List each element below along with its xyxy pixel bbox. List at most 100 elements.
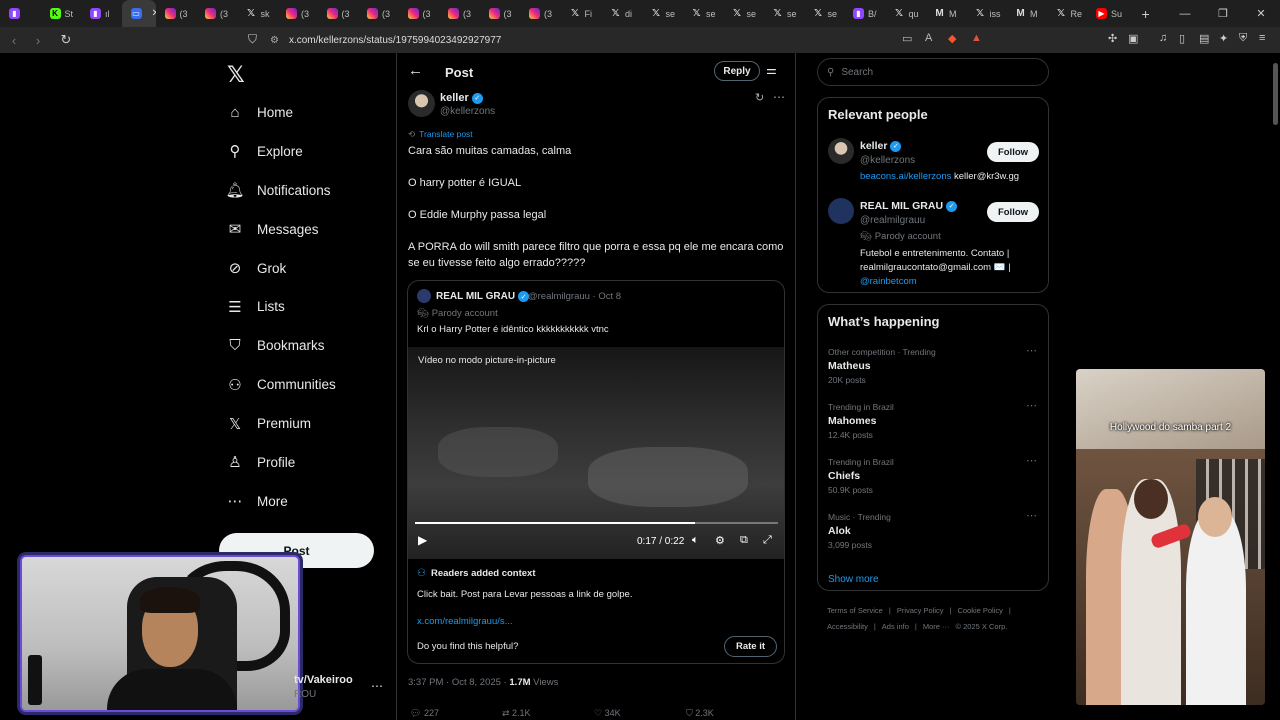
back-button[interactable]: ‹	[4, 33, 24, 48]
wallet-icon[interactable]: ▤	[1199, 32, 1209, 45]
nav-item-home[interactable]: ⌂ Home	[226, 93, 336, 132]
browser-tab[interactable]: ▮ B/	[844, 0, 885, 27]
footer-link[interactable]: |	[1009, 606, 1011, 615]
pip-icon[interactable]: ⧉	[740, 534, 748, 547]
new-tab-button[interactable]: +	[1142, 6, 1150, 22]
browser-tab[interactable]: 𝕏di	[601, 0, 642, 27]
nav-item-premium[interactable]: 𝕏 Premium	[226, 404, 336, 443]
media-icon[interactable]: ♫	[1159, 32, 1167, 44]
account-more-icon[interactable]: ⋯	[371, 679, 383, 693]
browser-tab[interactable]: (3	[399, 0, 440, 27]
bookmark-action[interactable]: ⛉ 2.3K	[686, 708, 778, 719]
browser-tab[interactable]: 𝕏qu	[885, 0, 926, 27]
avatar[interactable]	[408, 90, 435, 117]
author-handle[interactable]: @kellerzons	[440, 106, 495, 117]
context-link[interactable]: x.com/realmilgrauu/s...	[417, 616, 513, 627]
translate-post-link[interactable]: ⟲ Translate post	[408, 129, 473, 140]
nav-item-communities[interactable]: ⚇ Communities	[226, 365, 336, 404]
browser-tab[interactable]: 𝕏se	[642, 0, 683, 27]
browser-tab[interactable]: 𝕏iss	[966, 0, 1007, 27]
bio-link[interactable]: @rainbetcom	[860, 276, 917, 287]
more-options-icon[interactable]: ⋯	[773, 90, 785, 104]
brave-shield-icon[interactable]: ◆	[948, 32, 956, 45]
footer-link[interactable]: |	[889, 606, 891, 615]
browser-tab[interactable]: (3	[277, 0, 318, 27]
repost-action[interactable]: ⇄ 2.1K	[502, 708, 594, 719]
nav-item-profile[interactable]: ♙ Profile	[226, 443, 336, 482]
browser-tab[interactable]: 𝕏 Fi	[561, 0, 602, 27]
browser-tab[interactable]: 𝕏sk	[237, 0, 278, 27]
search-input[interactable]: ⚲ Search	[817, 58, 1049, 86]
extensions-icon[interactable]: ✣	[1108, 32, 1117, 45]
footer-link[interactable]: © 2025 X Corp.	[956, 622, 1008, 631]
sidebar-icon[interactable]: ▯	[1179, 32, 1185, 45]
translate-icon[interactable]: A	[925, 32, 932, 44]
more-options-icon[interactable]: ⋯	[1026, 344, 1037, 357]
browser-tab[interactable]: (3	[520, 0, 561, 27]
show-more-link[interactable]: Show more	[828, 574, 879, 585]
site-info-icon[interactable]: ⚙	[270, 35, 279, 46]
footer-link[interactable]: |	[874, 622, 876, 631]
follow-button[interactable]: Follow	[987, 202, 1039, 222]
minimize-button[interactable]: —	[1166, 8, 1204, 20]
browser-tab[interactable]: 𝕏se	[763, 0, 804, 27]
reply-action[interactable]: 💬︎ 227	[410, 708, 502, 719]
rate-it-button[interactable]: Rate it	[724, 636, 777, 657]
video-progress-bar[interactable]	[415, 522, 778, 524]
browser-tab[interactable]: (3	[196, 0, 237, 27]
avatar[interactable]	[828, 198, 854, 224]
more-options-icon[interactable]: ⋯	[1026, 454, 1037, 467]
grok-icon[interactable]: ↻	[755, 91, 764, 104]
leo-icon[interactable]: ✦	[1219, 32, 1228, 45]
bio-link[interactable]: beacons.ai/kellerzons	[860, 171, 951, 182]
browser-tab[interactable]: (3	[358, 0, 399, 27]
fullscreen-icon[interactable]: ⤢	[763, 534, 772, 547]
footer-link[interactable]: Privacy Policy	[897, 606, 944, 615]
nav-item-messages[interactable]: ✉ Messages	[226, 210, 336, 249]
volume-icon[interactable]: 🔈︎	[692, 534, 699, 547]
browser-tab[interactable]: 𝕏se	[804, 0, 845, 27]
nav-item-explore[interactable]: ⚲ Explore	[226, 132, 336, 171]
picture-in-picture-window[interactable]: Hollywood do samba part 2	[1076, 369, 1265, 705]
browser-tab[interactable]: (3	[318, 0, 359, 27]
vpn-icon[interactable]: ⛨	[1239, 32, 1247, 45]
reload-button[interactable]: ↻	[56, 32, 76, 48]
footer-link[interactable]: |	[950, 606, 952, 615]
bookmark-page-icon[interactable]: ⛉	[248, 32, 257, 47]
sliders-icon[interactable]: ⚌	[766, 63, 777, 77]
reply-button[interactable]: Reply	[714, 61, 760, 81]
x-logo-icon[interactable]: 𝕏	[227, 62, 245, 88]
forward-button[interactable]: ›	[28, 33, 48, 48]
screenshot-icon[interactable]: ▣	[1128, 32, 1138, 45]
browser-tab[interactable]: 𝕏 Re	[1047, 0, 1088, 27]
follow-button[interactable]: Follow	[987, 142, 1039, 162]
quoted-post[interactable]: REAL MIL GRAU ✓ @realmilgrauu · Oct 8 🎭︎…	[407, 280, 785, 664]
close-window-button[interactable]: ✕	[1242, 7, 1280, 20]
install-app-icon[interactable]: ▭	[902, 32, 912, 45]
browser-tab[interactable]: ▮ ıl	[81, 0, 122, 27]
browser-tab[interactable]: ▭✕	[121, 0, 156, 27]
footer-link[interactable]: More ···	[923, 622, 950, 631]
browser-tab[interactable]: MM	[1006, 0, 1047, 27]
address-bar[interactable]: ⚙ x.com/kellerzons/status/19759940234929…	[270, 30, 990, 50]
footer-link[interactable]: Cookie Policy	[957, 606, 1002, 615]
browser-tab[interactable]: K St	[41, 0, 82, 27]
nav-item-more[interactable]: ⋯ More	[226, 482, 336, 521]
browser-tab[interactable]: ▶ Su	[1087, 0, 1128, 27]
scrollbar-thumb[interactable]	[1273, 63, 1278, 125]
person-name[interactable]: REAL MIL GRAU ✓	[860, 200, 958, 212]
footer-link[interactable]: Ads info	[882, 622, 909, 631]
footer-link[interactable]: Accessibility	[827, 622, 868, 631]
nav-item-notifications[interactable]: 🔔︎ Notifications	[225, 171, 336, 210]
more-options-icon[interactable]: ⋯	[1026, 509, 1037, 522]
back-arrow-icon[interactable]: ←	[408, 62, 423, 79]
nav-item-grok[interactable]: ⊘ Grok	[226, 249, 336, 288]
nav-item-lists[interactable]: ☰ Lists	[226, 287, 336, 326]
settings-gear-icon[interactable]: ⚙	[715, 534, 725, 547]
browser-tab[interactable]: (3	[439, 0, 480, 27]
footer-link[interactable]: |	[915, 622, 917, 631]
brave-rewards-icon[interactable]: ▲	[971, 32, 982, 44]
more-options-icon[interactable]: ⋯	[1026, 399, 1037, 412]
nav-item-bookmarks[interactable]: ⛉ Bookmarks	[226, 326, 336, 365]
footer-link[interactable]: Terms of Service	[827, 606, 883, 615]
